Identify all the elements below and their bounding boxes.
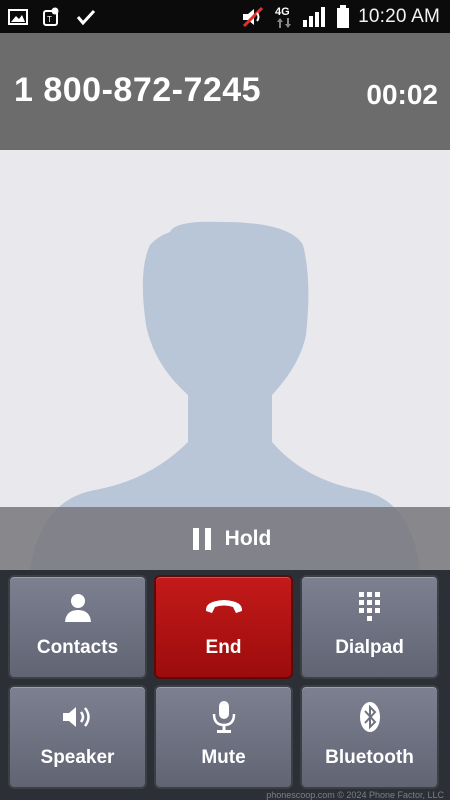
status-time: 10:20 AM: [358, 5, 440, 27]
microphone-mute-icon: [209, 701, 239, 733]
svg-text:4G: 4G: [275, 6, 290, 18]
gallery-icon: [8, 8, 28, 25]
person-icon: [63, 591, 93, 623]
hold-button[interactable]: Hold: [0, 507, 450, 570]
end-label: End: [205, 637, 242, 658]
pause-icon: [191, 527, 213, 551]
end-call-button[interactable]: End: [154, 575, 293, 679]
caller-number: 1 800-872-7245: [14, 71, 262, 109]
mute-label: Mute: [201, 747, 246, 768]
contacts-button[interactable]: Contacts: [8, 575, 147, 679]
svg-text:T: T: [47, 15, 52, 24]
dialpad-button[interactable]: Dialpad: [300, 575, 439, 679]
battery-icon: [336, 4, 350, 29]
speaker-button[interactable]: Speaker: [8, 685, 147, 789]
call-timer: 00:02: [366, 79, 438, 110]
dialpad-label: Dialpad: [335, 637, 404, 658]
speaker-label: Speaker: [40, 747, 115, 768]
call-header: 1 800-872-7245 00:02: [0, 33, 450, 150]
status-bar-notifications: T: [0, 6, 96, 28]
bluetooth-button[interactable]: Bluetooth: [300, 685, 439, 789]
watermark: phonescoop.com © 2024 Phone Factor, LLC: [266, 790, 444, 800]
hangup-icon: [203, 591, 245, 623]
bluetooth-icon: [358, 701, 382, 733]
mute-button[interactable]: Mute: [154, 685, 293, 789]
hold-label: Hold: [224, 526, 272, 550]
speaker-icon: [61, 701, 95, 733]
contacts-label: Contacts: [36, 637, 119, 658]
status-bar: T 4G 10:20 AM: [0, 0, 450, 33]
bluetooth-label: Bluetooth: [325, 747, 414, 768]
in-call-controls: Contacts End Dialpad Speaker Mute Blueto…: [0, 570, 450, 800]
signal-icon: [302, 6, 328, 28]
dialpad-icon: [357, 591, 383, 623]
network-type: 4G: [274, 4, 294, 30]
checkmark-icon: [76, 8, 96, 26]
mute-sound-icon: [240, 6, 266, 28]
status-bar-system: 4G 10:20 AM: [240, 4, 450, 30]
tmobile-app-icon: T: [42, 6, 62, 28]
